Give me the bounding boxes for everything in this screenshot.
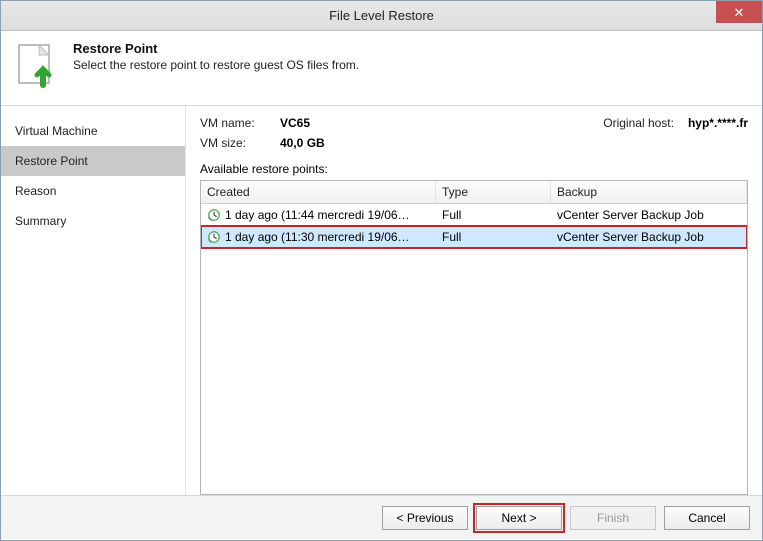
- window-title: File Level Restore: [329, 8, 434, 23]
- cell-created: 1 day ago (11:30 mercredi 19/06…: [225, 230, 410, 244]
- original-host-value: hyp*.****.fr: [688, 116, 748, 130]
- vm-size-value: 40,0 GB: [280, 136, 325, 150]
- table-row[interactable]: 1 day ago (11:30 mercredi 19/06… Full vC…: [201, 226, 747, 248]
- wizard-header: Restore Point Select the restore point t…: [1, 31, 762, 106]
- vm-name-value: VC65: [280, 116, 310, 130]
- table-body: 1 day ago (11:44 mercredi 19/06… Full vC…: [201, 204, 747, 494]
- wizard-body: Virtual Machine Restore Point Reason Sum…: [1, 106, 762, 495]
- col-type[interactable]: Type: [436, 181, 551, 203]
- step-summary[interactable]: Summary: [1, 206, 185, 236]
- cell-backup: vCenter Server Backup Job: [551, 206, 747, 224]
- restore-point-icon: [13, 41, 63, 91]
- finish-button: Finish: [570, 506, 656, 530]
- step-virtual-machine[interactable]: Virtual Machine: [1, 116, 185, 146]
- cell-backup: vCenter Server Backup Job: [551, 228, 747, 246]
- vm-size-label: VM size:: [200, 136, 280, 150]
- wizard-sidebar: Virtual Machine Restore Point Reason Sum…: [1, 106, 186, 495]
- restore-point-clock-icon: [207, 230, 221, 244]
- restore-point-clock-icon: [207, 208, 221, 222]
- step-reason[interactable]: Reason: [1, 176, 185, 206]
- cell-type: Full: [436, 206, 551, 224]
- header-subtitle: Select the restore point to restore gues…: [73, 58, 359, 72]
- col-created[interactable]: Created: [201, 181, 436, 203]
- wizard-footer: < Previous Next > Finish Cancel: [1, 495, 762, 539]
- cancel-button[interactable]: Cancel: [664, 506, 750, 530]
- next-button[interactable]: Next >: [476, 506, 562, 530]
- table-header: Created Type Backup: [201, 181, 747, 204]
- close-icon: ✕: [734, 6, 745, 19]
- cell-type: Full: [436, 228, 551, 246]
- original-host-label: Original host:: [603, 116, 674, 130]
- table-row[interactable]: 1 day ago (11:44 mercredi 19/06… Full vC…: [201, 204, 747, 226]
- cell-created: 1 day ago (11:44 mercredi 19/06…: [225, 208, 410, 222]
- col-backup[interactable]: Backup: [551, 181, 747, 203]
- header-title: Restore Point: [73, 41, 359, 56]
- wizard-main: VM name: VC65 Original host: hyp*.****.f…: [186, 106, 762, 495]
- restore-points-table: Created Type Backup 1 day ago (11:44 mer…: [200, 180, 748, 495]
- previous-button[interactable]: < Previous: [382, 506, 468, 530]
- step-restore-point[interactable]: Restore Point: [1, 146, 185, 176]
- title-bar: File Level Restore ✕: [1, 1, 762, 31]
- close-button[interactable]: ✕: [716, 1, 762, 23]
- vm-name-label: VM name:: [200, 116, 280, 130]
- available-restore-points-label: Available restore points:: [200, 162, 748, 176]
